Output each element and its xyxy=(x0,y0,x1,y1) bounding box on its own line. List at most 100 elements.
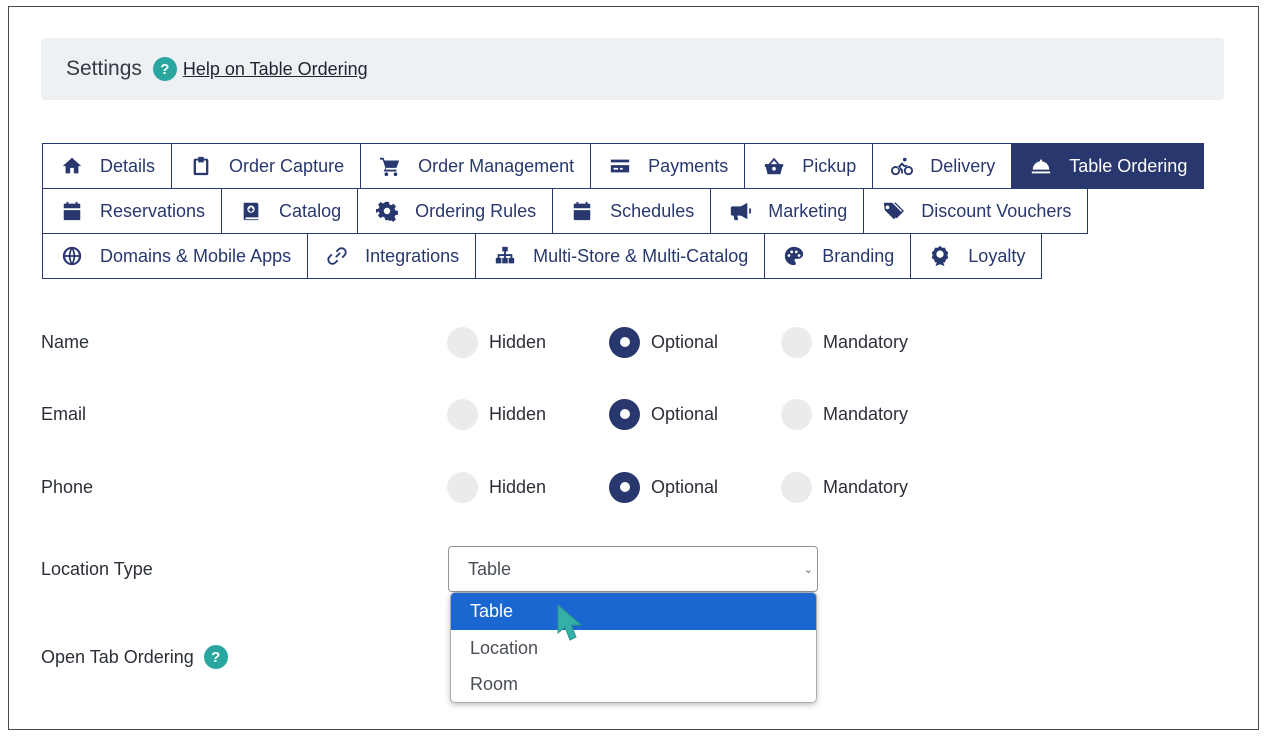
field-row-name: Name Hidden Optional Mandatory xyxy=(41,322,1041,362)
tab-loyalty[interactable]: Loyalty xyxy=(910,233,1043,279)
help-link[interactable]: Help on Table Ordering xyxy=(183,59,368,80)
field-row-phone: Phone Hidden Optional Mandatory xyxy=(41,467,1041,507)
bottom-fade xyxy=(809,697,869,717)
tab-delivery[interactable]: Delivery xyxy=(872,143,1013,189)
tab-reservations[interactable]: Reservations xyxy=(42,188,223,234)
location-type-select[interactable]: Table ⌄ xyxy=(448,546,818,592)
field-row-email: Email Hidden Optional Mandatory xyxy=(41,394,1041,434)
field-label: Location Type xyxy=(41,558,153,579)
field-label: Name xyxy=(41,331,90,352)
radio-hidden[interactable]: Hidden xyxy=(447,398,609,430)
award-icon xyxy=(928,244,952,268)
tab-row-1: Details Order Capture Order Management P… xyxy=(42,143,1242,189)
radio-label: Mandatory xyxy=(823,331,909,352)
tab-domains-mobile-apps[interactable]: Domains & Mobile Apps xyxy=(42,233,309,279)
chevron-down-icon: ⌄ xyxy=(803,564,813,576)
radio-button[interactable] xyxy=(447,326,478,358)
tab-marketing[interactable]: Marketing xyxy=(710,188,865,234)
tab-label: Schedules xyxy=(610,200,695,221)
field-label: Phone xyxy=(41,476,94,497)
tab-payments[interactable]: Payments xyxy=(590,143,746,189)
radio-mandatory[interactable]: Mandatory xyxy=(781,398,908,430)
credit-card-icon xyxy=(608,154,632,178)
radio-mandatory[interactable]: Mandatory xyxy=(781,326,909,358)
link-icon xyxy=(325,244,349,268)
tab-discount-vouchers[interactable]: Discount Vouchers xyxy=(863,188,1089,234)
cart-icon xyxy=(378,154,402,178)
help-icon[interactable]: ? xyxy=(152,57,177,81)
radio-hidden[interactable]: Hidden xyxy=(447,326,609,358)
tab-schedules[interactable]: Schedules xyxy=(552,188,712,234)
globe-icon xyxy=(60,244,84,268)
tab-label: Branding xyxy=(822,245,895,266)
radio-label: Hidden xyxy=(489,403,547,424)
tab-label: Integrations xyxy=(365,245,460,266)
tab-label: Payments xyxy=(648,155,729,176)
radio-label: Hidden xyxy=(489,476,547,497)
radio-label: Optional xyxy=(651,403,719,424)
tab-label: Details xyxy=(100,155,156,176)
cloche-icon xyxy=(1029,154,1053,178)
settings-tabs: Details Order Capture Order Management P… xyxy=(42,143,1242,279)
radio-button[interactable] xyxy=(447,398,478,430)
radio-optional[interactable]: Optional xyxy=(609,398,781,430)
tab-label: Pickup xyxy=(802,155,857,176)
radio-group-email: Hidden Optional Mandatory xyxy=(447,398,908,430)
tab-integrations[interactable]: Integrations xyxy=(307,233,477,279)
tab-label: Order Capture xyxy=(229,155,345,176)
tab-label: Domains & Mobile Apps xyxy=(100,245,292,266)
radio-button[interactable] xyxy=(781,398,812,430)
radio-group-phone: Hidden Optional Mandatory xyxy=(447,471,909,503)
page-frame: Settings ? Help on Table Ordering Detail… xyxy=(8,6,1259,730)
calendar-icon xyxy=(570,199,594,223)
open-tab-label: Open Tab Ordering xyxy=(41,646,194,667)
radio-button-selected[interactable] xyxy=(609,326,640,358)
radio-button-selected[interactable] xyxy=(609,471,640,503)
settings-header: Settings ? Help on Table Ordering xyxy=(41,38,1224,100)
palette-icon xyxy=(782,244,806,268)
tab-label: Discount Vouchers xyxy=(921,200,1072,221)
radio-group-name: Hidden Optional Mandatory xyxy=(447,326,909,358)
radio-optional[interactable]: Optional xyxy=(609,471,781,503)
gear-icon xyxy=(375,199,399,223)
tab-details[interactable]: Details xyxy=(42,143,173,189)
radio-button[interactable] xyxy=(447,471,478,503)
radio-button[interactable] xyxy=(781,326,812,358)
tab-pickup[interactable]: Pickup xyxy=(744,143,874,189)
radio-hidden[interactable]: Hidden xyxy=(447,471,609,503)
clipboard-icon xyxy=(189,154,213,178)
tab-multi-store[interactable]: Multi-Store & Multi-Catalog xyxy=(475,233,766,279)
sitemap-icon xyxy=(493,244,517,268)
tab-label: Loyalty xyxy=(968,245,1026,266)
tab-order-capture[interactable]: Order Capture xyxy=(171,143,362,189)
tab-label: Table Ordering xyxy=(1069,155,1188,176)
tab-order-management[interactable]: Order Management xyxy=(360,143,592,189)
help-icon[interactable]: ? xyxy=(203,645,228,669)
radio-label: Optional xyxy=(651,331,719,352)
tab-label: Delivery xyxy=(930,155,996,176)
tab-label: Catalog xyxy=(279,200,342,221)
tab-table-ordering[interactable]: Table Ordering xyxy=(1011,143,1205,189)
tab-ordering-rules[interactable]: Ordering Rules xyxy=(357,188,554,234)
radio-optional[interactable]: Optional xyxy=(609,326,781,358)
tab-label: Order Management xyxy=(418,155,575,176)
bicycle-icon xyxy=(890,154,914,178)
page-title: Settings xyxy=(66,57,142,80)
location-type-dropdown: Table Location Room xyxy=(450,592,817,703)
radio-button[interactable] xyxy=(781,471,812,503)
tab-branding[interactable]: Branding xyxy=(764,233,912,279)
calendar-icon xyxy=(60,199,84,223)
dropdown-option-location[interactable]: Location xyxy=(451,630,816,666)
radio-label: Optional xyxy=(651,476,719,497)
field-label: Open Tab Ordering ? xyxy=(41,645,228,669)
select-value: Table xyxy=(468,558,512,579)
radio-label: Mandatory xyxy=(823,476,909,497)
tab-label: Marketing xyxy=(768,200,848,221)
radio-mandatory[interactable]: Mandatory xyxy=(781,471,909,503)
tab-catalog[interactable]: Catalog xyxy=(221,188,359,234)
dropdown-option-room[interactable]: Room xyxy=(451,666,816,702)
radio-button-selected[interactable] xyxy=(609,398,640,430)
dropdown-option-table[interactable]: Table xyxy=(451,593,816,630)
mouse-cursor-icon xyxy=(557,603,583,641)
tab-row-2: Reservations Catalog Ordering Rules Sche… xyxy=(42,188,1242,234)
